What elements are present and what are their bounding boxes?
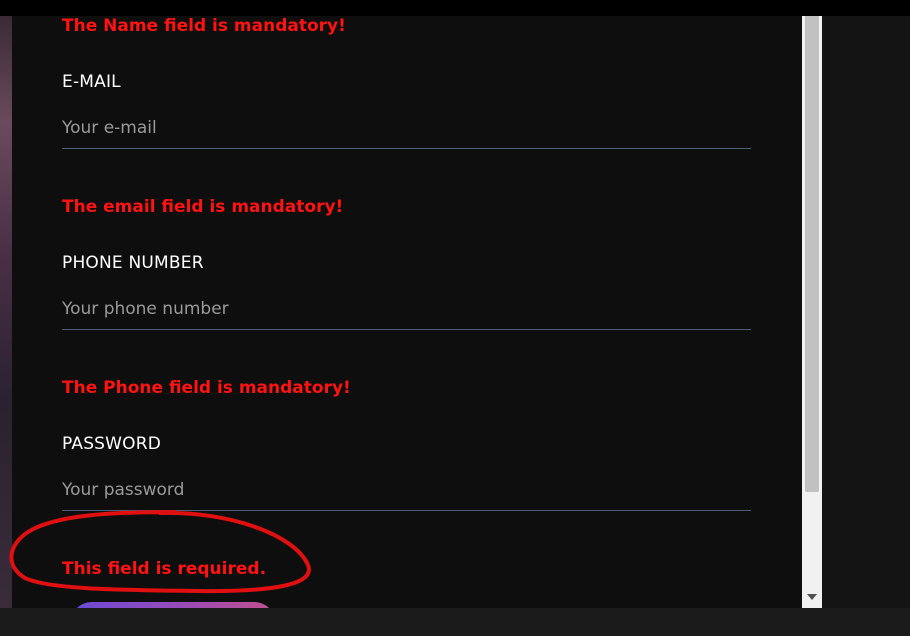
phone-error-message: The Phone field is mandatory! bbox=[62, 378, 351, 398]
scrollbar-thumb[interactable] bbox=[805, 16, 819, 492]
name-error-message: The Name field is mandatory! bbox=[62, 16, 346, 36]
password-error-message: This field is required. bbox=[62, 559, 267, 579]
scrollbar[interactable] bbox=[802, 16, 822, 608]
top-bar bbox=[0, 0, 910, 16]
scroll-down-arrow-icon[interactable] bbox=[807, 594, 817, 600]
page-background bbox=[822, 16, 910, 608]
password-field[interactable] bbox=[62, 470, 751, 511]
email-error-message: The email field is mandatory! bbox=[62, 197, 344, 217]
screen: The Name field is mandatory! E-MAIL The … bbox=[0, 0, 910, 636]
password-label: PASSWORD bbox=[62, 434, 162, 454]
signup-form-panel: The Name field is mandatory! E-MAIL The … bbox=[12, 16, 802, 608]
bottom-bar bbox=[0, 608, 910, 636]
background-image-edge bbox=[0, 16, 12, 608]
phone-field[interactable] bbox=[62, 289, 751, 330]
email-label: E-MAIL bbox=[62, 72, 121, 92]
email-field[interactable] bbox=[62, 108, 751, 149]
phone-label: PHONE NUMBER bbox=[62, 253, 204, 273]
